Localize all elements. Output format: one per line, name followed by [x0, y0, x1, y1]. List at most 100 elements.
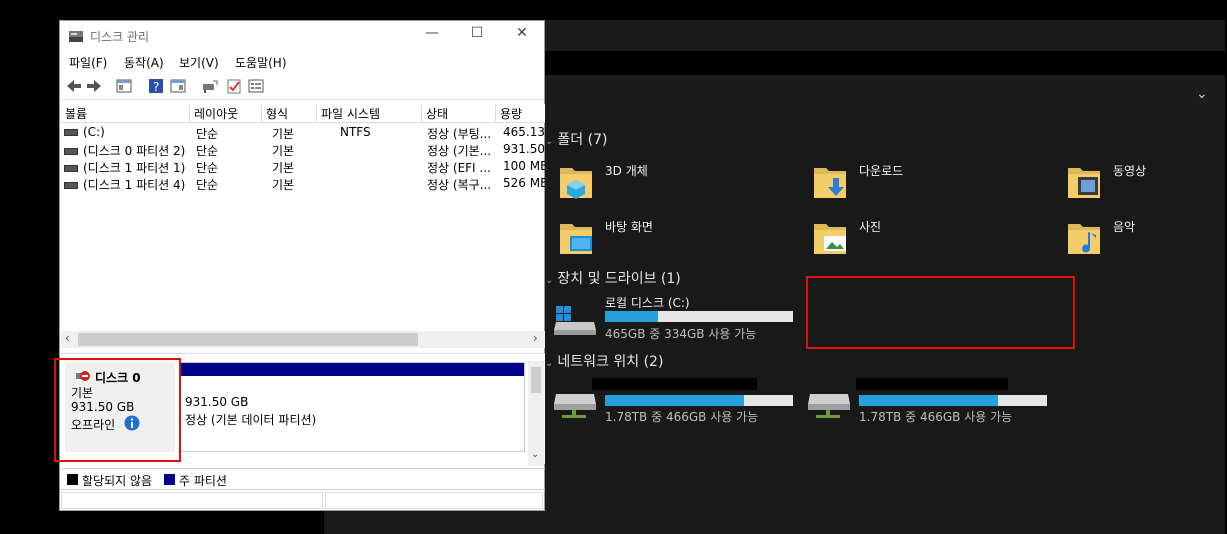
drive-usage-fill — [859, 395, 999, 406]
folder-item-videos[interactable]: 동영상 — [1066, 158, 1216, 204]
status-cell — [61, 492, 323, 509]
collapse-arrow-icon: ⌄ — [545, 136, 554, 147]
partition-block[interactable]: 931.50 GB 정상 (기본 데이터 파티션) — [180, 362, 525, 452]
volume-type: 기본 — [272, 144, 295, 158]
volume-status: 정상 (복구... — [427, 178, 492, 192]
scroll-left-icon[interactable]: ‹ — [65, 331, 70, 345]
legend-unallocated: 할당되지 않음 — [82, 474, 153, 488]
volume-row[interactable]: (C:) 단순 기본 NTFS 정상 (부팅... 465.13 — [61, 124, 545, 141]
legend-bar: 할당되지 않음 주 파티션 — [61, 468, 545, 490]
folder-item-3d[interactable]: 3D 개체 — [558, 158, 778, 204]
network-drive-icon — [554, 394, 596, 418]
folder-item-downloads[interactable]: 다운로드 — [812, 158, 1032, 204]
devices-section-header[interactable]: ⌄ 장치 및 드라이브 (1) — [545, 268, 681, 288]
partition-status: 정상 (기본 데이터 파티션) — [185, 413, 317, 427]
scroll-right-icon[interactable]: › — [533, 331, 538, 345]
scrollbar-thumb[interactable] — [78, 333, 418, 346]
menu-view[interactable]: 보기(V) — [179, 54, 219, 71]
close-icon[interactable]: ✕ — [500, 25, 544, 47]
rescan-disks-icon[interactable] — [202, 78, 218, 94]
drive-usage-fill — [605, 395, 745, 406]
volume-row[interactable]: (디스크 1 파티션 1) 단순 기본 정상 (EFI ... 100 ME — [61, 158, 545, 175]
downloads-folder-icon — [814, 168, 846, 198]
help-icon[interactable]: ? — [148, 78, 164, 94]
network-drive-2[interactable]: 1.78TB 중 466GB 사용 가능 — [806, 376, 1051, 426]
drive-usage-bar — [859, 395, 1047, 406]
music-folder-icon — [1068, 224, 1100, 254]
volume-capacity: 100 ME — [503, 159, 545, 173]
column-layout[interactable]: 레이아웃 — [190, 105, 262, 122]
volume-status: 정상 (기본... — [427, 144, 492, 158]
volume-capacity: 931.50 — [503, 142, 545, 156]
menu-help[interactable]: 도움말(H) — [235, 54, 287, 71]
network-drive-icon — [808, 394, 850, 418]
primary-partition-swatch — [164, 474, 175, 485]
column-capacity[interactable]: 용량 — [496, 105, 545, 122]
local-disk-c[interactable]: 로컬 디스크 (C:) 465GB 중 334GB 사용 가능 — [552, 290, 797, 342]
desktop-folder-icon — [560, 224, 592, 254]
column-file-system[interactable]: 파일 시스템 — [317, 105, 422, 122]
maximize-icon[interactable]: ☐ — [455, 25, 499, 47]
unallocated-swatch — [67, 474, 78, 485]
drive-free-space: 465GB 중 334GB 사용 가능 — [605, 327, 757, 341]
column-volume[interactable]: 볼륨 — [61, 105, 190, 122]
volume-capacity: 526 ME — [503, 176, 545, 190]
folder-item-music[interactable]: 음악 — [1066, 214, 1216, 260]
folders-header-label: 폴더 (7) — [557, 132, 608, 148]
volume-status: 정상 (EFI ... — [427, 161, 491, 175]
minimize-icon[interactable]: — — [410, 25, 454, 47]
drive-usage-bar — [605, 311, 793, 322]
primary-partition-stripe — [181, 363, 524, 376]
menu-action[interactable]: 동작(A) — [124, 54, 164, 71]
volume-layout: 단순 — [196, 144, 219, 158]
volume-name: (디스크 1 파티션 4) — [83, 178, 186, 192]
properties-check-icon[interactable] — [226, 78, 242, 94]
column-status[interactable]: 상태 — [422, 105, 496, 122]
volume-type: 기본 — [272, 178, 295, 192]
folder-item-desktop[interactable]: 바탕 화면 — [558, 214, 778, 260]
menu-file[interactable]: 파일(F) — [69, 54, 107, 71]
list-view-icon[interactable] — [248, 78, 264, 94]
explorer-ribbon-area — [545, 75, 1225, 120]
folder-label: 사진 — [859, 220, 882, 234]
collapse-arrow-icon: ⌄ — [545, 358, 554, 369]
drive-usage-bar — [605, 395, 793, 406]
volume-row[interactable]: (디스크 1 파티션 4) 단순 기본 정상 (복구... 526 ME — [61, 175, 545, 192]
folder-label: 3D 개체 — [605, 164, 648, 178]
status-bar — [61, 491, 545, 510]
volume-type: 기본 — [272, 161, 295, 175]
show-pane-icon[interactable] — [170, 78, 186, 94]
network-drive-1[interactable]: 1.78TB 중 466GB 사용 가능 — [552, 376, 797, 426]
folders-section-header[interactable]: ⌄ 폴더 (7) — [545, 129, 607, 149]
vertical-scrollbar[interactable]: ⌄ — [528, 361, 544, 466]
volume-name: (C:) — [83, 125, 105, 139]
volume-icon — [64, 182, 78, 189]
explorer-title-area — [545, 20, 1225, 51]
windows-drive-icon — [554, 306, 596, 335]
scroll-down-icon[interactable]: ⌄ — [531, 449, 539, 460]
volume-fs: NTFS — [340, 125, 371, 139]
folder-label: 다운로드 — [859, 164, 904, 178]
back-arrow-icon[interactable] — [66, 78, 82, 94]
volume-type: 기본 — [272, 127, 295, 141]
network-section-header[interactable]: ⌄ 네트워크 위치 (2) — [545, 351, 663, 371]
volume-row[interactable]: (디스크 0 파티션 2) 단순 기본 정상 (기본... 931.50 — [61, 141, 545, 158]
console-tree-icon[interactable] — [116, 78, 132, 94]
folder-label: 동영상 — [1113, 164, 1147, 178]
redacted-name — [856, 378, 1008, 390]
volume-name: (디스크 1 파티션 1) — [83, 161, 186, 175]
column-type[interactable]: 형식 — [262, 105, 317, 122]
volume-list-header: 볼륨 레이아웃 형식 파일 시스템 상태 용량 — [61, 104, 545, 123]
folder-item-pictures[interactable]: 사진 — [812, 214, 1032, 260]
ribbon-expand-chevron-icon[interactable]: ⌄ — [1196, 86, 1208, 102]
title-bar[interactable]: 디스크 관리 — ☐ ✕ — [60, 21, 544, 51]
forward-arrow-icon[interactable] — [86, 78, 102, 94]
status-cell — [325, 492, 543, 509]
horizontal-scrollbar[interactable]: ‹ › — [61, 331, 545, 348]
highlight-box — [806, 276, 1075, 349]
volume-icon — [64, 129, 78, 136]
scrollbar-thumb[interactable] — [531, 367, 541, 393]
collapse-arrow-icon: ⌄ — [545, 275, 554, 286]
highlight-box — [54, 358, 181, 462]
volume-layout: 단순 — [196, 127, 219, 141]
